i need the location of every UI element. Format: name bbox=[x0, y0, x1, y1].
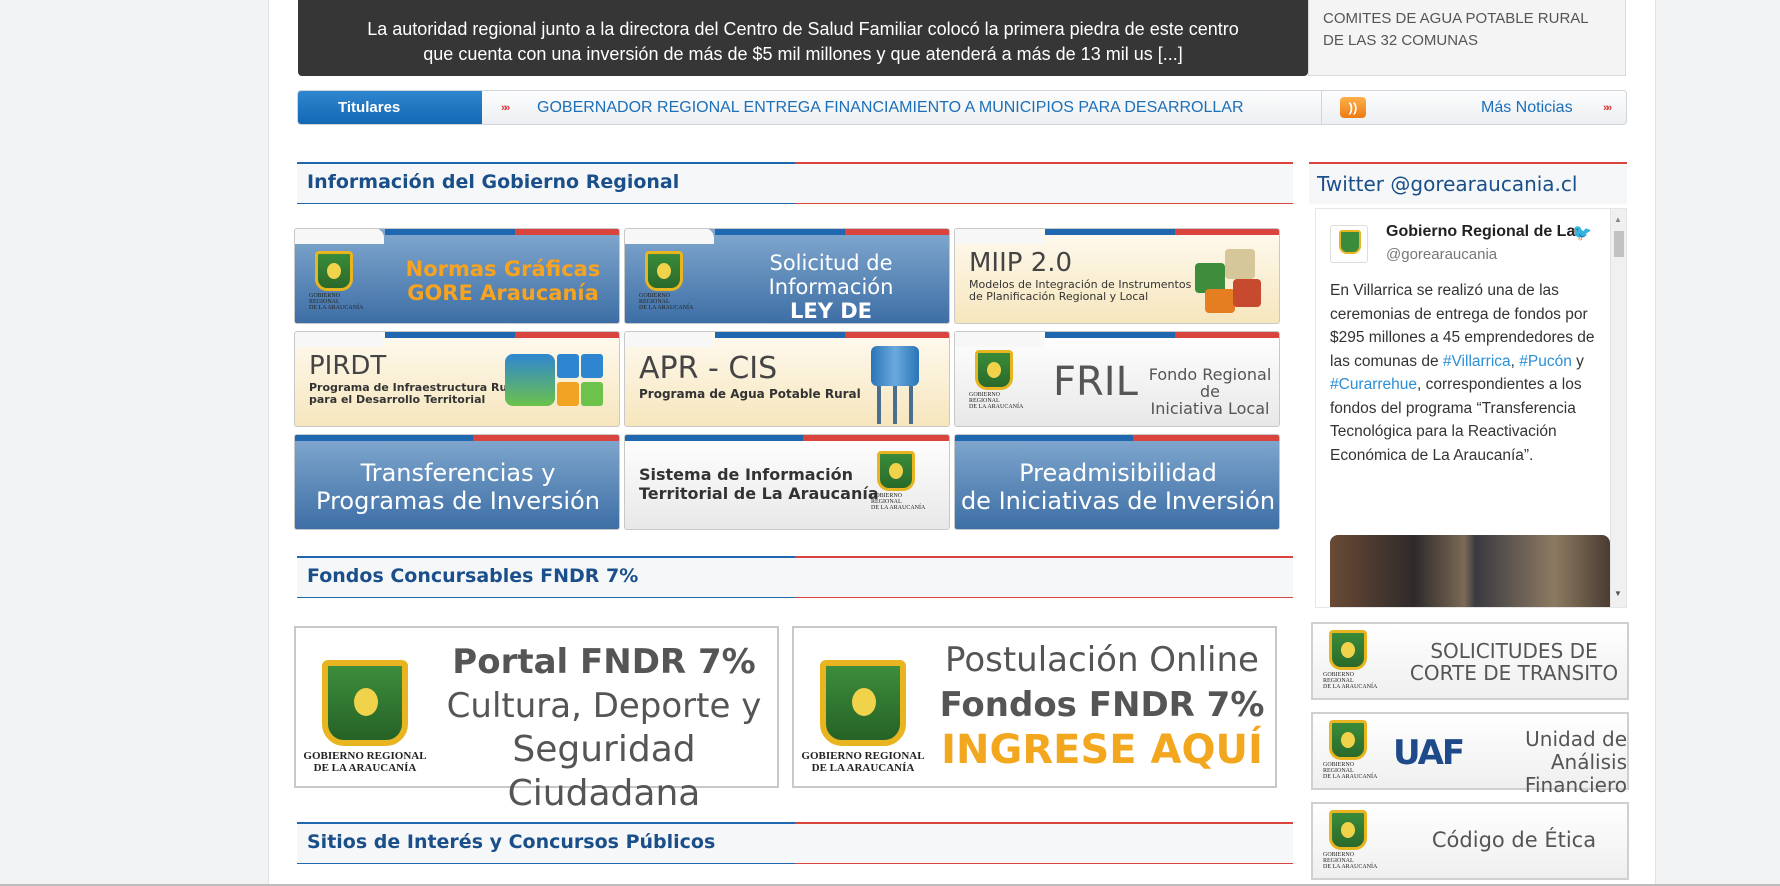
gore-map-logo-icon: GOBIERNO REGIONAL DE LA ARAUCANÍA bbox=[871, 451, 925, 511]
rss-icon[interactable]: )) bbox=[1340, 97, 1366, 118]
gore-magnifier-logo-icon: GOBIERNO REGIONAL DE LA ARAUCANÍA bbox=[639, 251, 693, 311]
tile-miip[interactable]: MIIP 2.0 Modelos de Integración de Instr… bbox=[954, 228, 1280, 324]
gore-logo-icon: GOBIERNO REGIONAL DE LA ARAUCANÍA bbox=[969, 350, 1023, 410]
slider-caption-line1: La autoridad regional junto a la directo… bbox=[367, 19, 1239, 39]
tile-title: Solicitud de InformaciónLEY DE TRANSPARE… bbox=[768, 251, 894, 323]
section-title-info: Información del Gobierno Regional bbox=[297, 162, 1293, 204]
gore-logo-icon: GOBIERNO REGIONAL DE LA ARAUCANÍA bbox=[1323, 630, 1377, 690]
tile-fril[interactable]: GOBIERNO REGIONAL DE LA ARAUCANÍA FRIL Fo… bbox=[954, 331, 1280, 427]
tile-solicitud-informacion[interactable]: GOBIERNO REGIONAL DE LA ARAUCANÍA Solicit… bbox=[624, 228, 950, 324]
twitter-avatar[interactable] bbox=[1330, 225, 1368, 263]
side-tile-codigo-etica[interactable]: GOBIERNO REGIONAL DE LA ARAUCANÍA Código … bbox=[1311, 802, 1629, 880]
ticker-divider bbox=[1321, 91, 1322, 124]
tile-normas-graficas[interactable]: GOBIERNO REGIONAL DE LA ARAUCANÍA Normas … bbox=[294, 228, 620, 324]
section-title-sitios: Sitios de Interés y Concursos Públicos bbox=[297, 822, 1293, 864]
twitter-account-name[interactable]: Gobierno Regional de La bbox=[1386, 223, 1600, 241]
headlines-ticker: Titulares »» GOBERNADOR REGIONAL ENTREGA… bbox=[297, 90, 1627, 125]
tile-title: Normas Gráficas GORE Araucanía bbox=[405, 257, 601, 305]
gore-logo-icon: GOBIERNO REGIONAL DE LA ARAUCANÍA bbox=[1323, 720, 1377, 780]
gore-shield-icon bbox=[322, 660, 408, 746]
news-slider-caption[interactable]: La autoridad regional junto a la directo… bbox=[298, 0, 1308, 76]
tile-preadmisibilidad[interactable]: Preadmisibilidad de Iniciativas de Invers… bbox=[954, 434, 1280, 530]
side-tile-uaf[interactable]: GOBIERNO REGIONAL DE LA ARAUCANÍA UAF Uni… bbox=[1311, 712, 1629, 797]
gore-caption: GOBIERNO REGIONAL DE LA ARAUCANÍA bbox=[303, 750, 427, 774]
tweet-photo[interactable] bbox=[1330, 535, 1610, 607]
scroll-down-icon[interactable]: ▼ bbox=[1614, 589, 1622, 598]
scroll-up-icon[interactable]: ▲ bbox=[1614, 215, 1622, 224]
gore-logo-icon: GOBIERNO REGIONAL DE LA ARAUCANÍA bbox=[309, 251, 363, 311]
rural-infrastructure-icon bbox=[505, 354, 605, 406]
card-text: Postulación Online Fondos FNDR 7% INGRES… bbox=[939, 640, 1265, 773]
side-tile-text: SOLICITUDES DE CORTE DE TRANSITO bbox=[1409, 639, 1619, 685]
side-tile-text: Unidad de Análisis Financiero bbox=[1524, 727, 1627, 797]
tile-title: PIRDT bbox=[309, 351, 387, 381]
tile-title: Transferencias y Programas de Inversión bbox=[316, 459, 600, 515]
card-postulacion-online[interactable]: GOBIERNO REGIONAL DE LA ARAUCANÍA Postula… bbox=[792, 626, 1277, 788]
more-news-arrow-icon: »» bbox=[1603, 102, 1612, 114]
scrollbar-thumb[interactable] bbox=[1614, 231, 1624, 257]
ticker-headline-link[interactable]: GOBERNADOR REGIONAL ENTREGA FINANCIAMIEN… bbox=[537, 91, 1244, 124]
twitter-handle[interactable]: @gorearaucania bbox=[1386, 246, 1497, 263]
hashtag-link[interactable]: #Curarrehue bbox=[1330, 376, 1417, 393]
page-container: La autoridad regional junto a la directo… bbox=[268, 0, 1656, 886]
slider-caption-line2: que cuenta con una inversión de más de $… bbox=[423, 44, 1183, 64]
slider-side-headline[interactable]: COMITES DE AGUA POTABLE RURAL DE LAS 32 … bbox=[1308, 0, 1626, 76]
tile-transferencias[interactable]: Transferencias y Programas de Inversión bbox=[294, 434, 620, 530]
tile-subtitle: Modelos de Integración de Instrumentos de… bbox=[969, 278, 1192, 303]
card-portal-fndr[interactable]: GOBIERNO REGIONAL DE LA ARAUCANÍA Portal … bbox=[294, 626, 779, 814]
hashtag-link[interactable]: #Pucón bbox=[1519, 353, 1572, 370]
tile-subtitle: Programa de Agua Potable Rural bbox=[639, 387, 861, 401]
water-tower-icon bbox=[867, 346, 923, 424]
twitter-bird-icon: 🐦 bbox=[1572, 225, 1592, 242]
tile-subtitle: Fondo Regional de Iniciativa Local bbox=[1148, 365, 1272, 418]
ticker-tab-titulares[interactable]: Titulares bbox=[298, 91, 482, 124]
uaf-logo: UAF bbox=[1393, 733, 1465, 773]
more-news-link[interactable]: Más Noticias bbox=[1481, 91, 1573, 124]
tile-title: APR - CIS bbox=[639, 351, 778, 386]
section-title-fndr: Fondos Concursables FNDR 7% bbox=[297, 556, 1293, 598]
puzzle-icon bbox=[1195, 249, 1265, 313]
gore-shield-icon bbox=[820, 660, 906, 746]
gore-caption: GOBIERNO REGIONAL DE LA ARAUCANÍA bbox=[801, 750, 925, 774]
side-tile-text: Código de Ética bbox=[1431, 828, 1597, 852]
tile-title: Sistema de Información Territorial de La … bbox=[639, 465, 879, 503]
gore-logo-icon: GOBIERNO REGIONAL DE LA ARAUCANÍA bbox=[1323, 810, 1377, 870]
card-text: Portal FNDR 7% Cultura, Deporte y Seguri… bbox=[446, 642, 762, 814]
twitter-scrollbar[interactable]: ▲ ▼ bbox=[1610, 209, 1626, 607]
ticker-arrow-icon: »» bbox=[501, 102, 510, 114]
hashtag-link[interactable]: #Villarrica bbox=[1443, 353, 1511, 370]
tile-subtitle: Programa de Infraestructura Rural para el… bbox=[309, 381, 524, 406]
tweet-text: En Villarrica se realizó una de las cere… bbox=[1330, 282, 1595, 464]
tile-title: Preadmisibilidad de Iniciativas de Invers… bbox=[960, 459, 1276, 515]
tile-title: FRIL bbox=[1053, 359, 1138, 405]
tile-apr-cis[interactable]: APR - CIS Programa de Agua Potable Rural bbox=[624, 331, 950, 427]
tile-title: MIIP 2.0 bbox=[969, 248, 1073, 278]
tile-sistema-informacion[interactable]: Sistema de Información Territorial de La … bbox=[624, 434, 950, 530]
tile-pirdt[interactable]: PIRDT Programa de Infraestructura Rural p… bbox=[294, 331, 620, 427]
side-tile-corte-transito[interactable]: GOBIERNO REGIONAL DE LA ARAUCANÍA SOLICIT… bbox=[1311, 622, 1629, 700]
twitter-timeline[interactable]: Gobierno Regional de La 🐦 @gorearaucania… bbox=[1315, 208, 1627, 608]
twitter-section-title: Twitter @gorearaucania.cl bbox=[1309, 162, 1627, 204]
